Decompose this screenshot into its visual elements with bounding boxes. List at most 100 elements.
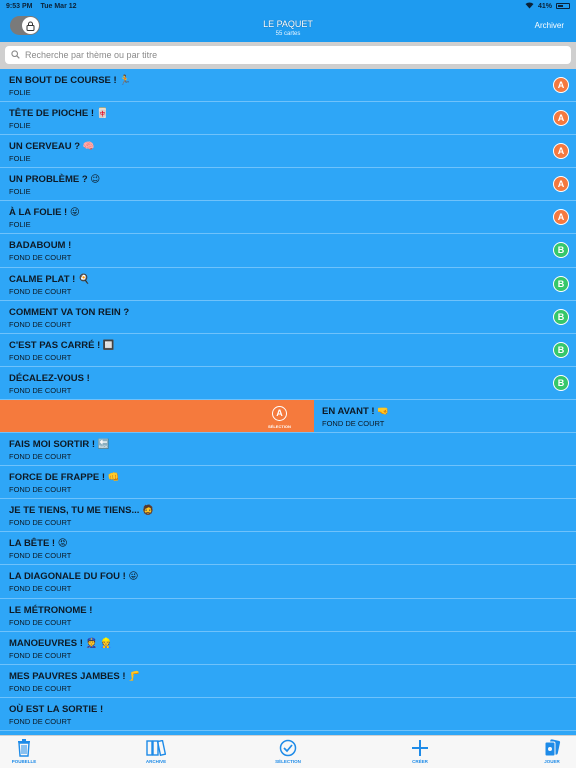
list-item[interactable]: A SÉLECTION EN AVANT ! 🤜 FOND DE COURT <box>0 399 576 434</box>
list-item[interactable]: LE MÉTRONOME ! FOND DE COURT <box>0 598 576 632</box>
card-title: OÙ EST LA SORTIE ! <box>9 703 104 715</box>
card-theme: FOLIE <box>9 121 31 131</box>
card-title: LE MÉTRONOME ! <box>9 604 93 616</box>
level-badge: B <box>553 242 569 259</box>
page-title: LE PAQUET <box>263 19 313 29</box>
card-theme: FOND DE COURT <box>9 617 72 627</box>
card-title: LA DIAGONALE DU FOU ! 😜 <box>9 571 139 583</box>
card-title: DÉCALEZ-VOUS ! <box>9 372 90 384</box>
tab-trash[interactable]: POUBELLE <box>4 738 44 764</box>
list-item[interactable]: TÊTE DE PIOCHE ! 🀄 FOLIE A <box>0 102 576 136</box>
card-theme: FOLIE <box>9 220 31 230</box>
card-theme: FOND DE COURT <box>9 352 72 362</box>
level-badge: A <box>553 176 569 193</box>
card-title: À LA FOLIE ! 😜 <box>9 207 80 219</box>
tab-play-label: JOUER <box>544 759 560 764</box>
card-theme: FOLIE <box>9 187 31 197</box>
list-item[interactable]: OÙ EST LA SORTIE ! FOND DE COURT <box>0 697 576 731</box>
list-item[interactable]: MANOEUVRES ! 👮 👷 FOND DE COURT <box>0 631 576 665</box>
trash-icon <box>4 738 44 758</box>
check-circle-icon <box>268 738 308 758</box>
status-time: 9:53 PM <box>6 2 33 10</box>
list-item[interactable]: UN PROBLÈME ? 😉 FOLIE A <box>0 168 576 202</box>
tab-trash-label: POUBELLE <box>11 759 37 764</box>
card-title: CALME PLAT ! 🍳 <box>9 273 90 285</box>
navigation-bar: LE PAQUET 55 cartes Archiver <box>0 12 576 42</box>
list-item[interactable]: LA DIAGONALE DU FOU ! 😜 FOND DE COURT <box>0 565 576 599</box>
list-item[interactable]: UN CERVEAU ? 🧠 FOLIE A <box>0 135 576 169</box>
level-badge: A <box>553 209 569 226</box>
card-theme: FOLIE <box>9 154 31 164</box>
card-theme: FOND DE COURT <box>9 650 72 660</box>
search-container <box>0 42 576 69</box>
list-item[interactable]: FAIS MOI SORTIR ! 🔙 FOND DE COURT <box>0 433 576 467</box>
card-title: EN BOUT DE COURSE ! 🏃 <box>9 75 132 86</box>
list-item[interactable]: À LA FOLIE ! 😜 FOLIE A <box>0 201 576 235</box>
tab-play[interactable]: JOUER <box>532 738 572 764</box>
wifi-icon <box>525 1 534 11</box>
card-theme: FOND DE COURT <box>9 385 72 395</box>
card-title: MANOEUVRES ! 👮 👷 <box>9 637 112 649</box>
tab-create-label: CRÉER <box>412 759 428 764</box>
tab-bar: POUBELLE ARCHIVE SÉLECTION CRÉER JOUER <box>0 735 576 768</box>
card-title: EN AVANT ! 🤜 <box>322 405 390 417</box>
list-item[interactable]: COMMENT VA TON REIN ? FOND DE COURT B <box>0 300 576 334</box>
swipe-select-label: SÉLECTION <box>268 423 291 429</box>
tab-selection-label: SÉLECTION <box>275 759 301 764</box>
tab-archive-label: ARCHIVE <box>145 759 167 764</box>
level-badge: A <box>553 110 569 127</box>
list-item[interactable]: JE TE TIENS, TU ME TIENS... 🧔 FOND DE COU… <box>0 499 576 533</box>
search-input[interactable] <box>25 50 571 60</box>
status-bar: 9:53 PM Tue Mar 12 41% <box>0 0 576 12</box>
card-list[interactable]: EN BOUT DE COURSE ! 🏃 FOLIE A TÊTE DE PIOCH… <box>0 69 576 735</box>
level-badge: B <box>553 308 569 325</box>
card-theme: FOND DE COURT <box>9 485 72 495</box>
status-battery-text: 41% <box>537 2 552 10</box>
swipe-select-badge: A <box>272 405 287 421</box>
search-icon <box>11 49 20 61</box>
card-title: BADABOUM ! <box>9 240 72 252</box>
card-title: COMMENT VA TON REIN ? <box>9 306 130 318</box>
play-cards-icon <box>532 738 572 758</box>
level-badge: B <box>553 341 569 358</box>
card-theme: FOND DE COURT <box>9 452 72 462</box>
card-theme: FOND DE COURT <box>9 319 72 329</box>
list-item[interactable]: LA BÊTE ! 😡 FOND DE COURT <box>0 532 576 566</box>
swipe-select-action[interactable]: A SÉLECTION <box>0 399 314 433</box>
list-item[interactable]: FORCE DE FRAPPE ! 👊 FOND DE COURT <box>0 466 576 500</box>
card-theme: FOND DE COURT <box>9 584 72 594</box>
tab-archive[interactable]: ARCHIVE <box>136 738 176 764</box>
list-item[interactable]: EN BOUT DE COURSE ! 🏃 FOLIE A <box>0 69 576 103</box>
card-theme: FOND DE COURT <box>9 518 72 528</box>
card-title: JE TE TIENS, TU ME TIENS... 🧔 <box>9 505 154 517</box>
card-theme: FOND DE COURT <box>9 551 72 561</box>
card-theme: FOND DE COURT <box>9 716 72 726</box>
card-title: FAIS MOI SORTIR ! 🔙 <box>9 439 110 451</box>
card-theme: FOND DE COURT <box>9 683 72 693</box>
archive-button[interactable]: Archiver <box>535 21 564 30</box>
card-theme: FOND DE COURT <box>9 253 72 263</box>
card-title: C'EST PAS CARRÉ ! 🔲 <box>9 339 115 351</box>
card-title: TÊTE DE PIOCHE ! 🀄 <box>9 108 109 120</box>
list-item[interactable]: DÉCALEZ-VOUS ! FOND DE COURT B <box>0 366 576 400</box>
list-item[interactable]: MES PAUVRES JAMBES ! 🦵 FOND DE COURT <box>0 664 576 698</box>
archive-icon <box>136 738 176 758</box>
level-badge: B <box>553 374 569 391</box>
level-badge: A <box>553 77 569 93</box>
search-bar[interactable] <box>5 46 571 64</box>
tab-create[interactable]: CRÉER <box>400 738 440 764</box>
card-theme: FOLIE <box>9 88 31 97</box>
list-item[interactable]: CALME PLAT ! 🍳 FOND DE COURT B <box>0 267 576 301</box>
card-theme: FOND DE COURT <box>322 418 385 428</box>
card-theme: FOND DE COURT <box>9 286 72 296</box>
card-title: FORCE DE FRAPPE ! 👊 <box>9 472 120 484</box>
tab-selection[interactable]: SÉLECTION <box>268 738 308 764</box>
card-title: LA BÊTE ! 😡 <box>9 538 68 550</box>
card-title: UN CERVEAU ? 🧠 <box>9 141 95 153</box>
list-item[interactable]: BADABOUM ! FOND DE COURT B <box>0 234 576 268</box>
level-badge: A <box>553 143 569 160</box>
list-item[interactable]: C'EST PAS CARRÉ ! 🔲 FOND DE COURT B <box>0 333 576 367</box>
plus-icon <box>400 738 440 758</box>
battery-icon <box>556 3 570 9</box>
status-date: Tue Mar 12 <box>40 2 77 10</box>
